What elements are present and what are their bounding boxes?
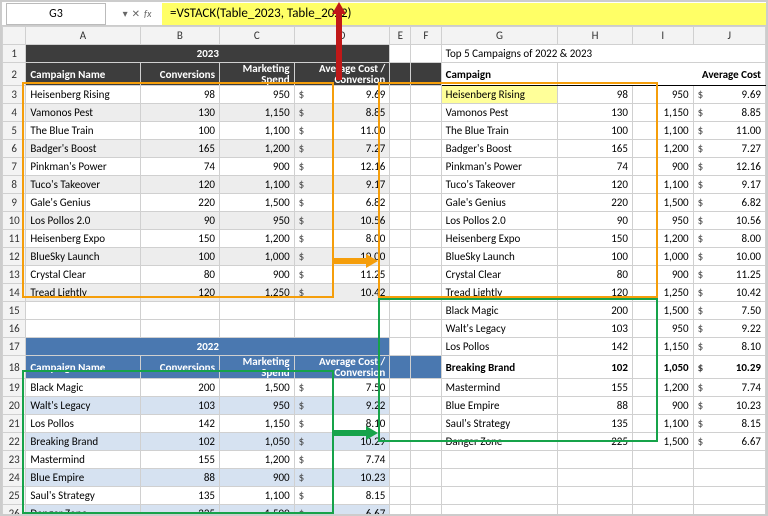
row-23[interactable]: 23Mastermind1551,2007.74: [3, 451, 766, 469]
col-J: J: [693, 27, 765, 45]
row-11[interactable]: 11Heisenberg Expo1501,2008.00Heisenberg …: [3, 230, 766, 248]
row-2[interactable]: 2Campaign NameConversionsMarketingSpendA…: [3, 63, 766, 86]
row-22[interactable]: 22Breaking Brand1021,05010.29Danger Zone…: [3, 433, 766, 451]
col-A: A: [26, 27, 140, 45]
fx-icon[interactable]: fx: [144, 7, 151, 20]
row-24[interactable]: 24Blue Empire8890010.23: [3, 469, 766, 487]
col-header-row[interactable]: A B C D E F G H I J: [3, 27, 766, 45]
row-13[interactable]: 13Crystal Clear8090011.25Crystal Clear80…: [3, 266, 766, 284]
col-E: E: [390, 27, 411, 45]
cancel-icon[interactable]: ✕: [132, 7, 140, 20]
row-10[interactable]: 10Los Pollos 2.09095010.56Los Pollos 2.0…: [3, 212, 766, 230]
row-26[interactable]: 26Danger Zone2251,5006.67: [3, 505, 766, 516]
col-B: B: [140, 27, 219, 45]
row-7[interactable]: 7Pinkman's Power7490012.16Pinkman's Powe…: [3, 158, 766, 176]
formula-controls: ▾ ✕ fx: [112, 7, 162, 20]
row-20[interactable]: 20Walt's Legacy1039509.22Blue Empire8890…: [3, 397, 766, 415]
formula-bar[interactable]: =VSTACK(Table_2023, Table_2022): [162, 3, 766, 25]
col-D: D: [294, 27, 390, 45]
row-25[interactable]: 25Saul's Strategy1351,1008.15: [3, 487, 766, 505]
row-6[interactable]: 6Badger's Boost1651,2007.27Badger's Boos…: [3, 140, 766, 158]
row-16[interactable]: 16Walt's Legacy1039509.22: [3, 320, 766, 338]
row-3[interactable]: 3Heisenberg Rising989509.69Heisenberg Ri…: [3, 86, 766, 104]
row-21[interactable]: 21Los Pollos1421,1508.10Saul's Strategy1…: [3, 415, 766, 433]
col-G: G: [441, 27, 558, 45]
spreadsheet-window: G3 ▾ ✕ fx =VSTACK(Table_2023, Table_2022…: [0, 0, 768, 516]
grid[interactable]: A B C D E F G H I J 12023Top 5 Campaigns…: [2, 26, 766, 516]
cells[interactable]: A B C D E F G H I J 12023Top 5 Campaigns…: [2, 26, 766, 516]
row-5[interactable]: 5The Blue Train1001,10011.00The Blue Tra…: [3, 122, 766, 140]
row-14[interactable]: 14Tread Lightly1201,25010.42Tread Lightl…: [3, 284, 766, 302]
row-4[interactable]: 4Vamonos Pest1301,1508.85Vamonos Pest130…: [3, 104, 766, 122]
row-15[interactable]: 15Black Magic2001,5007.50: [3, 302, 766, 320]
dropdown-icon[interactable]: ▾: [123, 7, 128, 20]
row-8[interactable]: 8Tuco's Takeover1201,1009.17Tuco's Takeo…: [3, 176, 766, 194]
name-box[interactable]: G3: [6, 3, 106, 25]
row-19[interactable]: 19Black Magic2001,5007.50Mastermind1551,…: [3, 379, 766, 397]
row-17[interactable]: 172022Los Pollos1421,1508.10: [3, 338, 766, 356]
col-I: I: [632, 27, 693, 45]
col-F: F: [411, 27, 441, 45]
col-H: H: [558, 27, 633, 45]
row-12[interactable]: 12BlueSky Launch1001,00010.00BlueSky Lau…: [3, 248, 766, 266]
col-C: C: [219, 27, 294, 45]
row-9[interactable]: 9Gale's Genius2201,5006.82Gale's Genius2…: [3, 194, 766, 212]
formula-bar-row: G3 ▾ ✕ fx =VSTACK(Table_2023, Table_2022…: [2, 2, 766, 26]
row-1[interactable]: 12023Top 5 Campaigns of 2022 & 2023: [3, 45, 766, 63]
row-18[interactable]: 18Campaign NameConversionsMarketingSpend…: [3, 356, 766, 379]
